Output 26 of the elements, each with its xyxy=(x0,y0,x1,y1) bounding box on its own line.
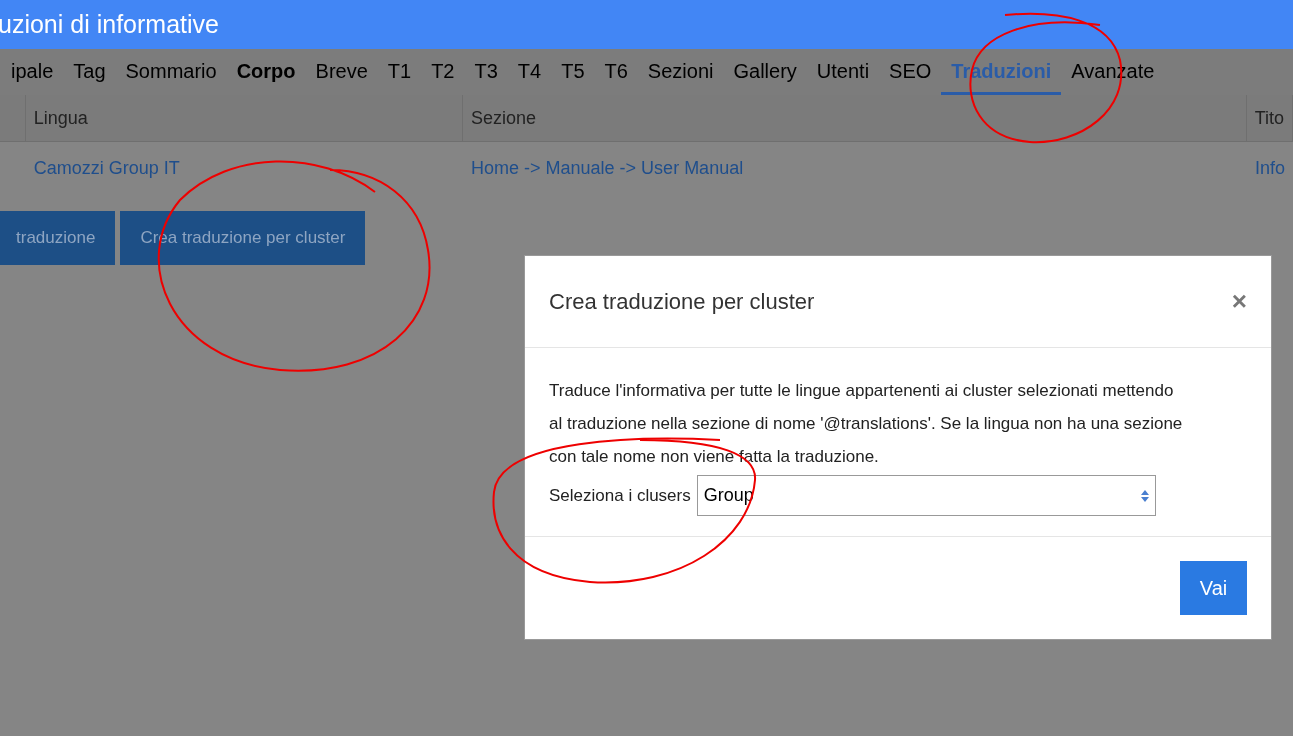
tab[interactable]: T4 xyxy=(507,49,552,95)
modal-description: Traduce l'informativa per tutte le lingue appartenenti ai cluster selezionati mettendo al traduzione nella sezione di nome '@translations'. Se la lingua non ha una sezione con tale nome non viene fatta la traduzione. xyxy=(549,380,1184,468)
column-header: Tito xyxy=(1254,106,1284,130)
tab[interactable]: T3 xyxy=(464,49,508,95)
page-title: uzioni di informative xyxy=(0,8,219,40)
tab[interactable]: Breve xyxy=(305,49,378,95)
field-label: Seleziona i clusers xyxy=(549,484,691,507)
sort-arrows-icon xyxy=(1140,489,1149,502)
column-header: Sezione xyxy=(470,106,536,130)
tab[interactable]: T1 xyxy=(377,49,422,95)
column-header: Lingua xyxy=(33,106,88,130)
tab[interactable]: T5 xyxy=(551,49,595,95)
tab[interactable]: Sezioni xyxy=(637,49,724,95)
action-button[interactable]: traduzione xyxy=(0,211,116,265)
tab[interactable]: SEO xyxy=(879,49,942,95)
submit-button[interactable]: Vai xyxy=(1180,561,1247,615)
tab[interactable]: Corpo xyxy=(226,49,306,95)
modal-title: Crea traduzione per cluster xyxy=(549,288,815,316)
tab[interactable]: ipale xyxy=(1,49,64,95)
tab[interactable]: T2 xyxy=(421,49,465,95)
tab[interactable]: Tag xyxy=(63,49,116,95)
tab[interactable]: Utenti xyxy=(806,49,880,95)
tab[interactable]: Sommario xyxy=(115,49,227,95)
close-button[interactable]: × xyxy=(1231,282,1247,321)
tab[interactable]: Gallery xyxy=(723,49,807,95)
tab[interactable]: T6 xyxy=(594,49,638,95)
